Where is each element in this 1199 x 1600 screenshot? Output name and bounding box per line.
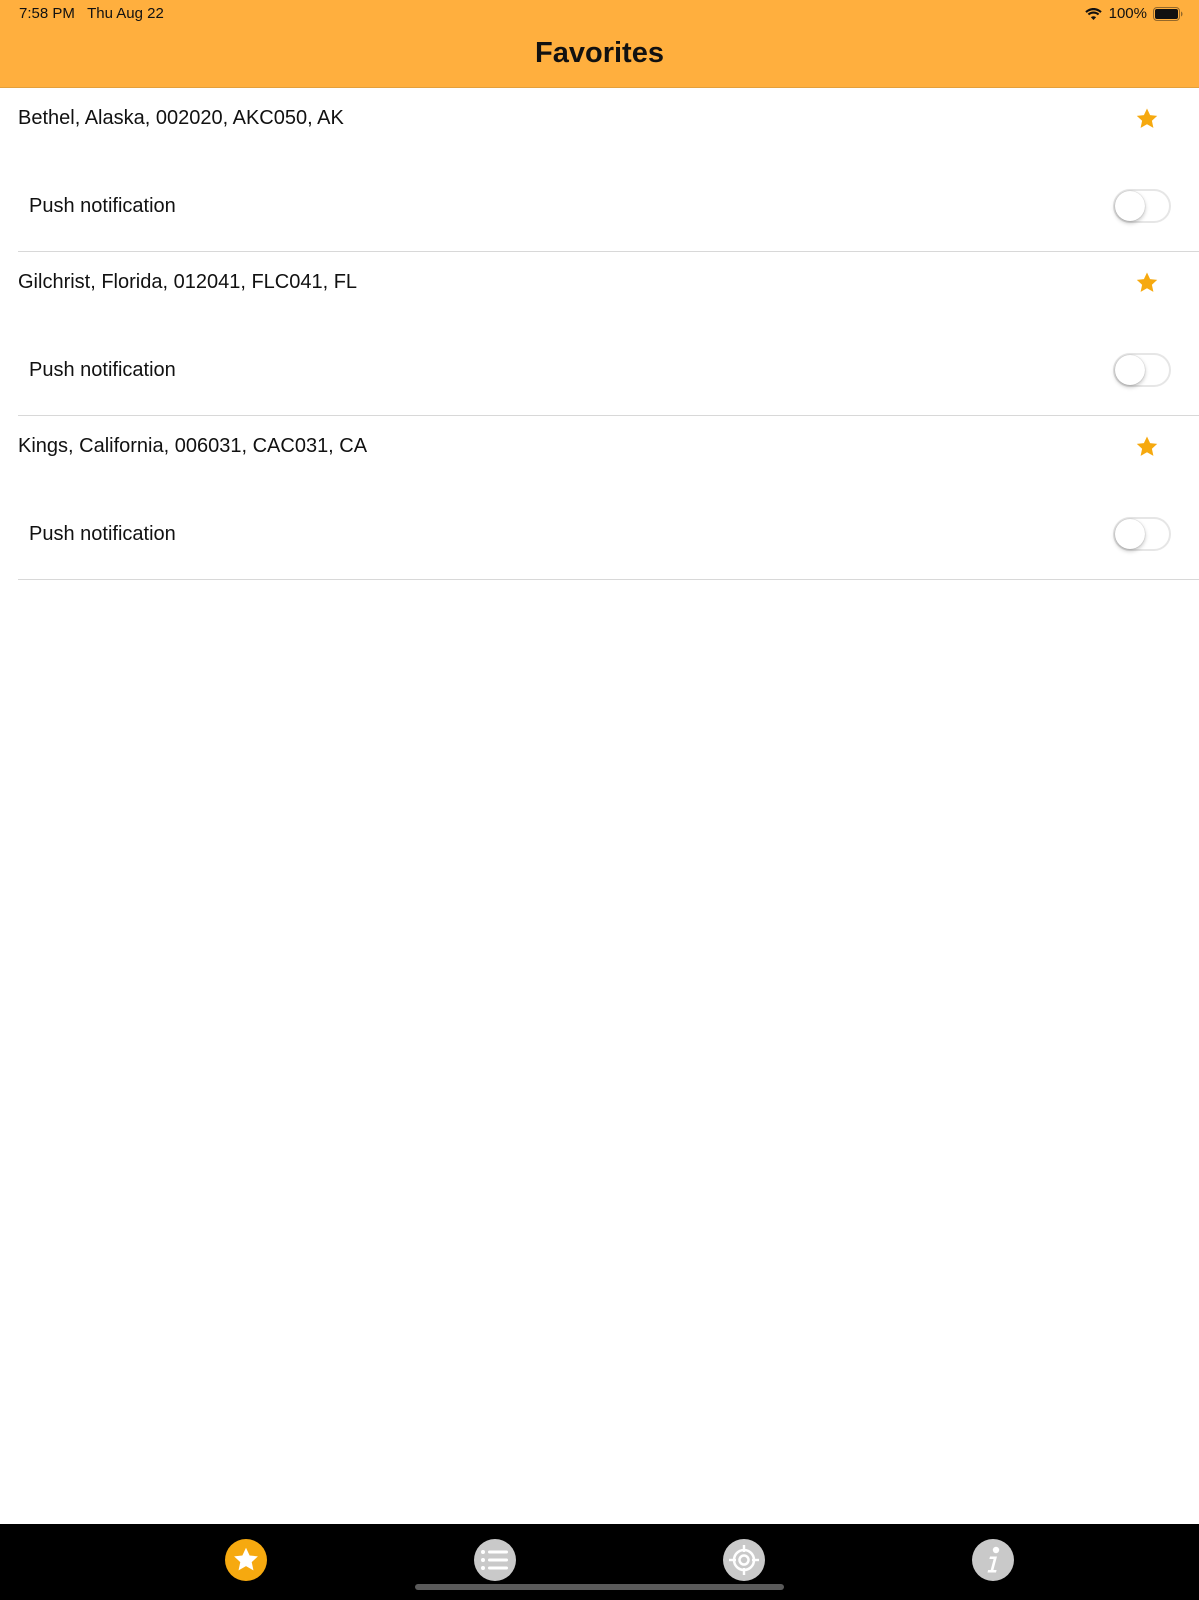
- star-icon[interactable]: [1135, 107, 1159, 131]
- navigation-header: 7:58 PM Thu Aug 22 100% Favorites: [0, 0, 1199, 88]
- tab-location[interactable]: [723, 1539, 765, 1581]
- list-icon: [481, 1550, 508, 1570]
- wifi-icon: [1084, 8, 1102, 20]
- push-notification-label: Push notification: [29, 359, 176, 381]
- push-notification-toggle[interactable]: [1113, 353, 1171, 387]
- battery-icon: [1153, 7, 1183, 21]
- tab-info[interactable]: [972, 1539, 1014, 1581]
- favorite-item: Gilchrist, Florida, 012041, FLC041, FL P…: [0, 252, 1199, 416]
- tab-list[interactable]: [474, 1539, 516, 1581]
- status-indicators: 100%: [1084, 5, 1183, 23]
- battery-percentage: 100%: [1108, 5, 1147, 22]
- star-icon[interactable]: [1135, 271, 1159, 295]
- favorite-item: Bethel, Alaska, 002020, AKC050, AK Push …: [0, 88, 1199, 252]
- info-icon: [987, 1546, 1000, 1573]
- star-icon: [234, 1547, 258, 1571]
- star-icon[interactable]: [1135, 435, 1159, 459]
- status-time-date: 7:58 PM Thu Aug 22: [19, 5, 164, 22]
- home-indicator: [415, 1584, 784, 1590]
- push-notification-label: Push notification: [29, 523, 176, 545]
- location-target-icon: [729, 1545, 759, 1575]
- favorite-location-name: Bethel, Alaska, 002020, AKC050, AK: [18, 107, 344, 129]
- toggle-knob: [1115, 519, 1145, 549]
- favorite-item: Kings, California, 006031, CAC031, CA Pu…: [0, 416, 1199, 580]
- favorite-location-name: Gilchrist, Florida, 012041, FLC041, FL: [18, 271, 358, 293]
- favorites-list: Bethel, Alaska, 002020, AKC050, AK Push …: [0, 88, 1199, 580]
- push-notification-label: Push notification: [29, 195, 176, 217]
- toggle-knob: [1115, 191, 1145, 221]
- push-notification-toggle[interactable]: [1113, 189, 1171, 223]
- toggle-knob: [1115, 355, 1145, 385]
- favorite-location-name: Kings, California, 006031, CAC031, CA: [18, 435, 368, 457]
- tab-favorites[interactable]: [225, 1539, 267, 1581]
- push-notification-toggle[interactable]: [1113, 517, 1171, 551]
- page-title: Favorites: [535, 37, 664, 69]
